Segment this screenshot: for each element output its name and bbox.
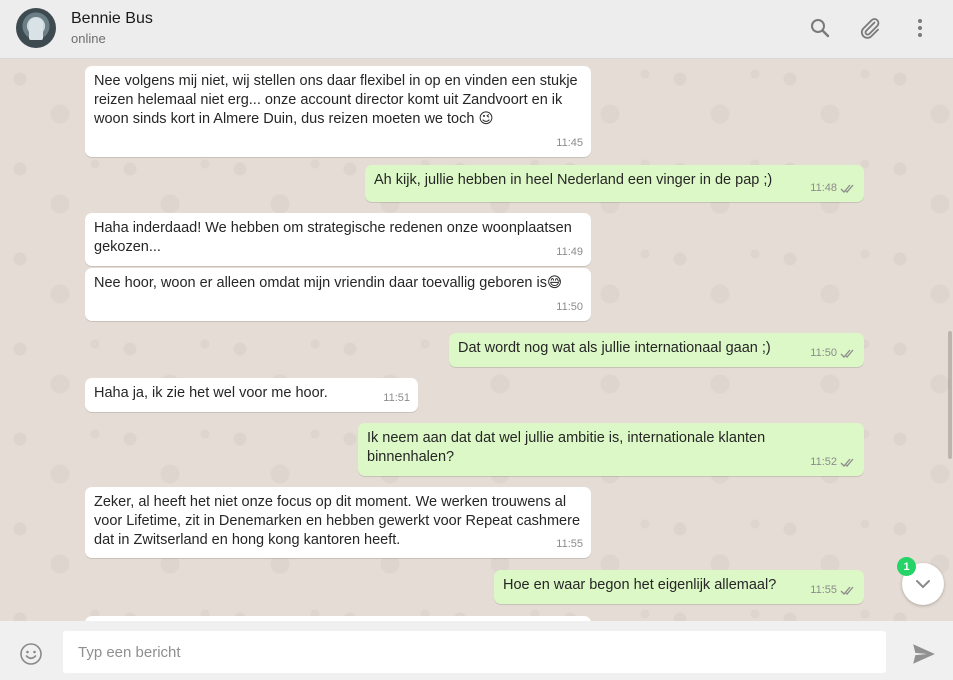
message-time: 11:49: [556, 246, 583, 258]
contact-avatar[interactable]: [16, 8, 56, 48]
message-incoming[interactable]: Haha ja, ik zie het wel voor me hoor. 11…: [85, 378, 418, 412]
contact-status: online: [71, 31, 106, 46]
message-time: 11:55: [556, 538, 583, 550]
message-time: 11:48: [810, 182, 837, 194]
paperclip-icon[interactable]: [858, 16, 882, 40]
message-text: Nee volgens mij niet, wij stellen ons da…: [94, 73, 578, 127]
message-incoming[interactable]: Haha inderdaad! We hebben om strategisch…: [85, 213, 591, 266]
chat-header: Bennie Bus online: [0, 0, 953, 59]
contact-name[interactable]: Bennie Bus: [71, 10, 153, 28]
double-check-icon: [840, 586, 854, 595]
message-outgoing[interactable]: Dat wordt nog wat als jullie internation…: [449, 333, 864, 367]
send-icon[interactable]: [911, 641, 937, 667]
message-time: 11:52: [810, 456, 837, 468]
message-outgoing[interactable]: Ah kijk, jullie hebben in heel Nederland…: [365, 165, 864, 202]
message-time: 11:50: [556, 301, 583, 313]
chevron-down-icon: [916, 580, 930, 589]
message-outgoing[interactable]: Ik neem aan dat dat wel jullie ambitie i…: [358, 423, 864, 476]
message-time: 11:55: [810, 584, 837, 596]
message-text: Hoe en waar begon het eigenlijk allemaal…: [503, 577, 777, 593]
more-vertical-icon[interactable]: [908, 16, 932, 40]
double-check-icon: [840, 458, 854, 467]
message-text: Ik neem aan dat dat wel jullie ambitie i…: [367, 430, 766, 465]
message-text: Zeker, al heeft het niet onze focus op d…: [94, 494, 581, 548]
message-time: 11:50: [810, 347, 837, 359]
message-text: Nee hoor, woon er alleen omdat mijn vrie…: [94, 275, 563, 291]
message-time: 11:51: [383, 392, 410, 404]
composer-bar: [0, 621, 953, 680]
message-input[interactable]: [63, 631, 886, 673]
message-time: 11:45: [556, 137, 583, 149]
emoji-icon[interactable]: [19, 642, 43, 666]
message-incoming[interactable]: Zeker, al heeft het niet onze focus op d…: [85, 487, 591, 558]
message-text: Ah kijk, jullie hebben in heel Nederland…: [374, 172, 773, 188]
message-list[interactable]: Nee volgens mij niet, wij stellen ons da…: [0, 59, 953, 621]
double-check-icon: [840, 184, 854, 193]
message-text: Dat wordt nog wat als jullie internation…: [458, 340, 771, 356]
search-icon[interactable]: [808, 16, 832, 40]
message-incoming[interactable]: Nee hoor, woon er alleen omdat mijn vrie…: [85, 268, 591, 321]
message-text: Haha ja, ik zie het wel voor me hoor.: [94, 385, 328, 401]
message-outgoing[interactable]: Hoe en waar begon het eigenlijk allemaal…: [494, 570, 864, 604]
unread-count-badge: 1: [897, 557, 916, 576]
double-check-icon: [840, 349, 854, 358]
message-incoming[interactable]: Nee volgens mij niet, wij stellen ons da…: [85, 66, 591, 157]
message-text: Haha inderdaad! We hebben om strategisch…: [94, 220, 572, 255]
scrollbar-thumb[interactable]: [948, 331, 952, 459]
